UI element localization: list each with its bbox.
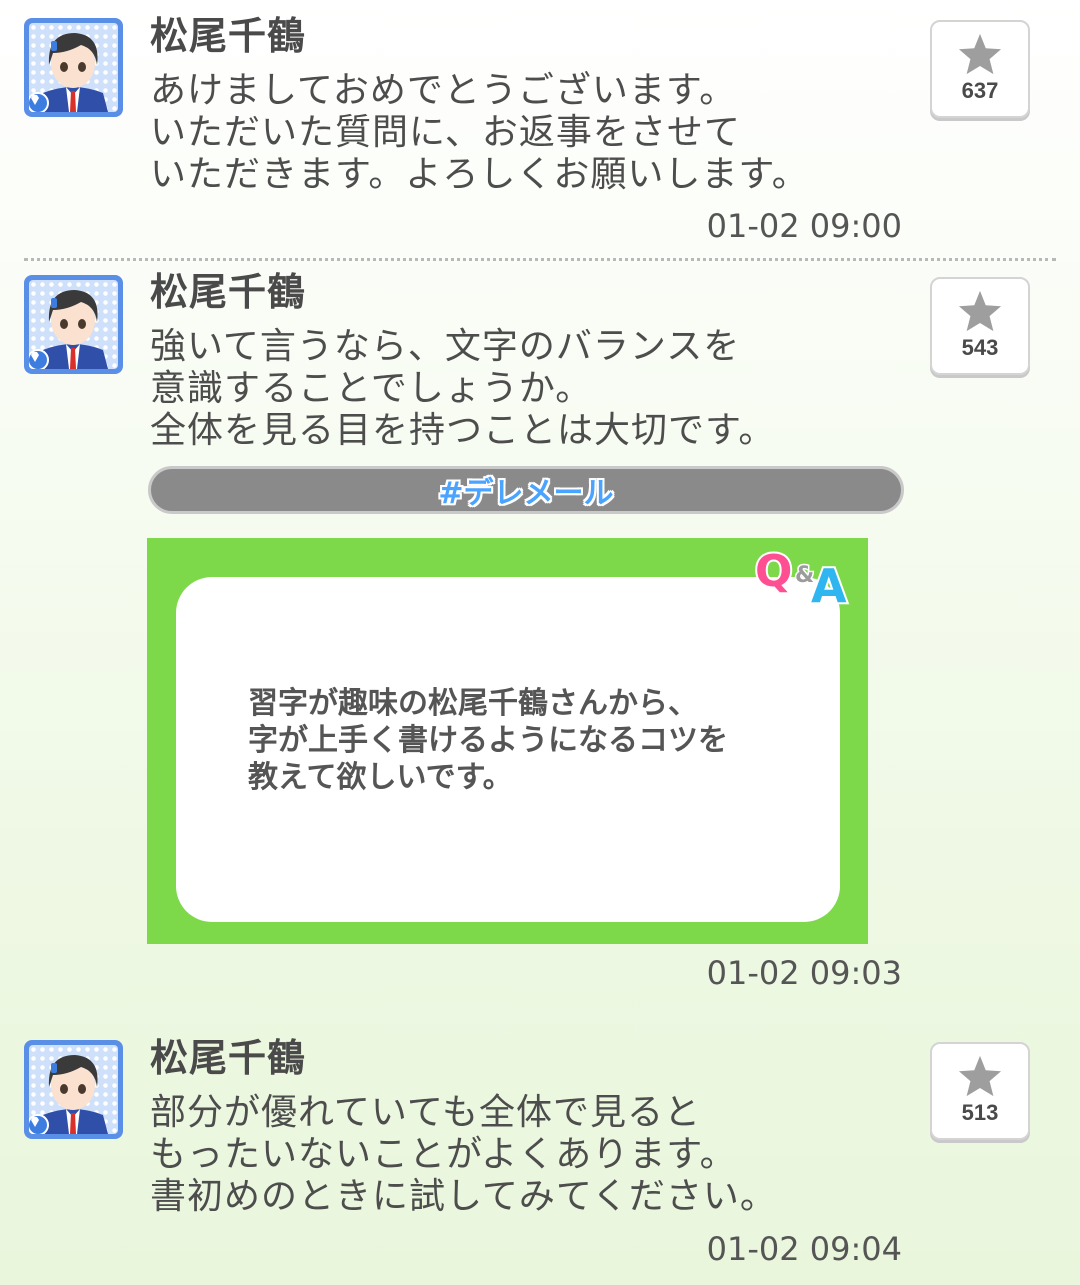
qa-card-image[interactable]: 習字が趣味の松尾千鶴さんから、 字が上手く書けるようになるコツを 教えて欲しいで… <box>147 538 868 944</box>
avatar[interactable] <box>24 1040 123 1139</box>
like-count: 637 <box>961 78 999 103</box>
avatar[interactable] <box>24 275 123 374</box>
gem-icon <box>29 92 49 112</box>
post-divider <box>24 258 1056 261</box>
qa-logo-a: A <box>811 559 847 606</box>
timestamp: 01-02 09:04 <box>706 1230 902 1268</box>
qa-logo: Q & A <box>753 544 849 606</box>
star-icon <box>958 1055 1002 1097</box>
like-button[interactable]: 637 <box>930 20 1030 118</box>
gem-icon <box>29 349 49 369</box>
like-count: 513 <box>961 1100 999 1125</box>
hashtag-button[interactable]: #デレメール <box>148 466 904 514</box>
message-text: 強いて言うなら、文字のバランスを 意識することでしょうか。 全体を見る目を持つこ… <box>150 326 776 451</box>
timestamp: 01-02 09:03 <box>706 954 902 992</box>
qa-logo-q: Q <box>755 546 792 597</box>
star-icon <box>958 290 1002 332</box>
gem-icon <box>29 1114 49 1134</box>
author-name: 松尾千鶴 <box>150 1036 307 1080</box>
message-text: あけましておめでとうございます。 いただいた質問に、お返事をさせて いただきます… <box>150 70 809 195</box>
like-count: 543 <box>961 335 999 360</box>
author-name: 松尾千鶴 <box>150 270 307 314</box>
avatar[interactable] <box>24 18 123 117</box>
qa-question-text: 習字が趣味の松尾千鶴さんから、 字が上手く書けるようになるコツを 教えて欲しいで… <box>248 686 728 795</box>
message-text: 部分が優れていても全体で見ると もったいないことがよくあります。 書初めのときに… <box>150 1092 777 1217</box>
qa-card-panel: 習字が趣味の松尾千鶴さんから、 字が上手く書けるようになるコツを 教えて欲しいで… <box>176 577 840 922</box>
like-button[interactable]: 513 <box>930 1042 1030 1140</box>
like-button[interactable]: 543 <box>930 277 1030 375</box>
timestamp: 01-02 09:00 <box>706 207 902 245</box>
star-icon <box>958 33 1002 75</box>
hashtag-label: #デレメール <box>438 476 614 511</box>
author-name: 松尾千鶴 <box>150 14 307 58</box>
